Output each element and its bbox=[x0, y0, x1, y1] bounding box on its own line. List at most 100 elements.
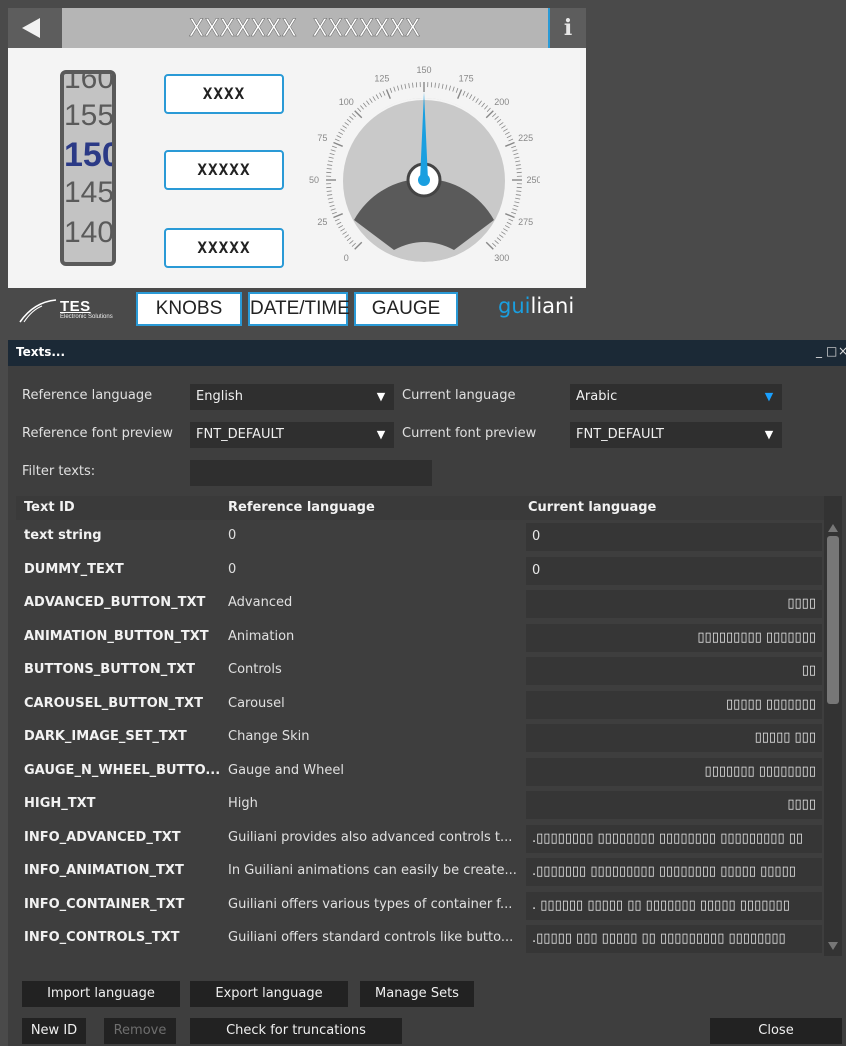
cell-text-id: GAUGE_N_WHEEL_BUTTO... bbox=[24, 762, 221, 778]
cell-current-text-input[interactable]: ▯▯▯▯▯ ▯▯▯ bbox=[526, 724, 822, 752]
grid-scrollbar[interactable] bbox=[824, 496, 842, 956]
cell-current-text-input[interactable]: . ▯▯▯▯▯▯ ▯▯▯▯▯ ▯▯ ▯▯▯▯▯▯▯ ▯▯▯▯▯ ▯▯▯▯▯▯▯ bbox=[526, 891, 822, 920]
cell-current-text-input[interactable]: .▯▯▯▯▯ ▯▯▯ ▯▯▯▯▯ ▯▯ ▯▯▯▯▯▯▯▯▯ ▯▯▯▯▯▯▯▯ bbox=[526, 925, 822, 953]
table-row[interactable]: CAROUSEL_BUTTON_TXT Carousel ▯▯▯▯▯ ▯▯▯▯▯▯▯ bbox=[16, 688, 824, 722]
back-button[interactable] bbox=[8, 8, 62, 48]
texts-dialog: Texts... _ □ × Reference language Englis… bbox=[8, 340, 846, 1046]
gauge-tick bbox=[346, 237, 352, 241]
reference-font-dropdown[interactable]: FNT_DEFAULT ▼ bbox=[190, 422, 394, 448]
tab-knobs[interactable]: KNOBS bbox=[136, 292, 242, 326]
table-row[interactable]: GAUGE_N_WHEEL_BUTTO... Gauge and Wheel ▯▯▯… bbox=[16, 755, 824, 789]
table-row[interactable]: DARK_IMAGE_SET_TXT Change Skin ▯▯▯▯▯ ▯▯▯ bbox=[16, 721, 824, 755]
current-font-value: FNT_DEFAULT bbox=[576, 427, 664, 442]
preview-button-2[interactable]: XXXXX bbox=[164, 150, 284, 190]
dialog-titlebar: Texts... _ □ × bbox=[8, 340, 846, 366]
gauge-tick bbox=[408, 83, 410, 89]
table-row[interactable]: ANIMATION_BUTTON_TXT Animation ▯▯▯▯▯▯▯▯▯ ▯… bbox=[16, 621, 824, 655]
column-header-text-id[interactable]: Text ID bbox=[24, 500, 75, 515]
cell-current-text-input[interactable]: ▯▯ bbox=[526, 657, 822, 685]
gauge-tick bbox=[513, 153, 519, 156]
current-font-dropdown[interactable]: FNT_DEFAULT ▼ bbox=[570, 422, 782, 448]
info-button[interactable]: i bbox=[550, 8, 586, 48]
close-button[interactable]: Close bbox=[710, 1018, 842, 1044]
cell-text-id: text string bbox=[24, 528, 102, 543]
check-truncations-button[interactable]: Check for truncations bbox=[190, 1018, 402, 1044]
gauge-tick bbox=[508, 138, 514, 142]
cell-text-id: ANIMATION_BUTTON_TXT bbox=[24, 628, 209, 644]
table-row[interactable]: HIGH_TXT High ▯▯▯▯ bbox=[16, 788, 824, 822]
dropdown-arrow-icon: ▼ bbox=[764, 390, 774, 403]
gauge-tick bbox=[448, 85, 451, 91]
table-row[interactable]: text string 0 0 bbox=[16, 520, 824, 554]
cell-reference-text: Advanced bbox=[228, 595, 293, 610]
column-header-current-language[interactable]: Current language bbox=[528, 500, 656, 515]
number-roller[interactable]: 160 155 150 145 140 bbox=[60, 70, 116, 266]
cell-current-text-input[interactable]: ▯▯▯▯ bbox=[526, 590, 822, 618]
export-language-button[interactable]: Export language bbox=[190, 981, 348, 1007]
roller-value: 155 bbox=[64, 99, 115, 132]
cell-current-text-input[interactable]: 0 bbox=[526, 523, 822, 551]
remove-button[interactable]: Remove bbox=[104, 1018, 176, 1044]
current-language-dropdown[interactable]: Arabic ▼ bbox=[570, 384, 782, 410]
gauge-tick-label: 250 bbox=[526, 175, 540, 185]
gauge-tick bbox=[501, 125, 506, 129]
gauge-tick bbox=[504, 225, 510, 229]
gauge-tick bbox=[329, 153, 335, 156]
gauge-tick bbox=[455, 87, 459, 93]
gauge-tick bbox=[514, 156, 520, 159]
table-row[interactable]: INFO_CONTAINER_TXT Guiliani offers variou… bbox=[16, 889, 824, 923]
gauge-tick bbox=[331, 145, 337, 149]
tes-swoosh-icon bbox=[19, 299, 57, 323]
table-row[interactable]: INFO_CONTROLS_TXT Guiliani offers standar… bbox=[16, 922, 824, 956]
preview-button-3[interactable]: XXXXX bbox=[164, 228, 284, 268]
table-row[interactable]: INFO_ANIMATION_TXT In Guiliani animations… bbox=[16, 855, 824, 889]
tab-gauge[interactable]: GAUGE bbox=[354, 292, 458, 326]
gauge-tick bbox=[445, 84, 448, 90]
gauge-tick bbox=[478, 100, 482, 105]
cell-current-text-input[interactable]: ▯▯▯▯ bbox=[526, 791, 822, 819]
cell-current-text-input[interactable]: ▯▯▯▯▯ ▯▯▯▯▯▯▯ bbox=[526, 690, 822, 719]
import-language-button[interactable]: Import language bbox=[22, 981, 180, 1007]
text-grid-header: Text ID Reference language Current langu… bbox=[16, 496, 824, 520]
guiliani-logo-gui: gui bbox=[498, 294, 531, 318]
gauge-tick bbox=[501, 231, 506, 235]
table-row[interactable]: ADVANCED_BUTTON_TXT Advanced ▯▯▯▯ bbox=[16, 587, 824, 621]
close-icon[interactable]: × bbox=[838, 344, 846, 358]
table-row[interactable]: DUMMY_TEXT 0 0 bbox=[16, 554, 824, 588]
table-row[interactable]: BUTTONS_BUTTON_TXT Controls ▯▯ bbox=[16, 654, 824, 688]
scroll-up-icon[interactable] bbox=[828, 524, 838, 532]
reference-language-dropdown[interactable]: English ▼ bbox=[190, 384, 394, 410]
gauge-tick bbox=[511, 211, 517, 215]
preview-canvas: 160 155 150 145 140 XXXX XXXXX XXXXX 0 25… bbox=[8, 48, 586, 288]
cell-reference-text: In Guiliani animations can easily be cre… bbox=[228, 863, 517, 878]
filter-texts-input[interactable] bbox=[190, 460, 432, 486]
cell-current-text-input[interactable]: ▯▯▯▯▯▯▯▯▯ ▯▯▯▯▯▯▯ bbox=[526, 623, 822, 652]
gauge-tick bbox=[357, 107, 362, 112]
cell-current-text-input[interactable]: ▯▯▯▯▯▯▯ ▯▯▯▯▯▯▯▯ bbox=[526, 757, 822, 786]
new-id-button[interactable]: New ID bbox=[22, 1018, 86, 1044]
minimize-icon[interactable]: _ bbox=[816, 344, 822, 358]
manage-sets-button[interactable]: Manage Sets bbox=[360, 981, 474, 1007]
gauge-tick-label: 275 bbox=[518, 217, 533, 227]
scroll-down-icon[interactable] bbox=[828, 942, 838, 950]
preview-topbar: XXXXXXX XXXXXXX i bbox=[8, 8, 586, 48]
gauge-tick bbox=[515, 197, 521, 200]
gauge-tick bbox=[333, 141, 343, 147]
gauge-tick bbox=[326, 190, 332, 192]
maximize-icon[interactable]: □ bbox=[826, 344, 837, 358]
cell-current-text-input[interactable]: .▯▯▯▯▯▯▯▯ ▯▯▯▯▯▯▯▯ ▯▯▯▯▯▯▯▯ ▯▯▯▯▯▯▯▯▯ ▯▯ bbox=[526, 824, 822, 853]
gauge-tick-label: 225 bbox=[518, 133, 533, 143]
preview-bottombar: TES Electronic Solutions KNOBS DATE/TIME… bbox=[8, 288, 586, 330]
cell-current-text-input[interactable]: .▯▯▯▯▯▯▯ ▯▯▯▯▯▯▯▯▯ ▯▯▯▯▯▯▯▯ ▯▯▯▯▯ ▯▯▯▯▯ bbox=[526, 858, 822, 886]
column-header-reference-language[interactable]: Reference language bbox=[228, 500, 375, 515]
scroll-thumb[interactable] bbox=[827, 536, 839, 704]
table-row[interactable]: INFO_ADVANCED_TXT Guiliani provides also … bbox=[16, 822, 824, 856]
gauge-tick bbox=[334, 218, 340, 222]
dropdown-arrow-icon: ▼ bbox=[764, 428, 774, 441]
preview-button-1[interactable]: XXXX bbox=[164, 74, 284, 114]
cell-text-id: ADVANCED_BUTTON_TXT bbox=[24, 595, 206, 610]
gauge-tick-label: 50 bbox=[309, 175, 319, 185]
gauge-tick bbox=[484, 105, 488, 110]
cell-current-text-input[interactable]: 0 bbox=[526, 556, 822, 585]
tab-date-time[interactable]: DATE/TIME bbox=[248, 292, 350, 326]
